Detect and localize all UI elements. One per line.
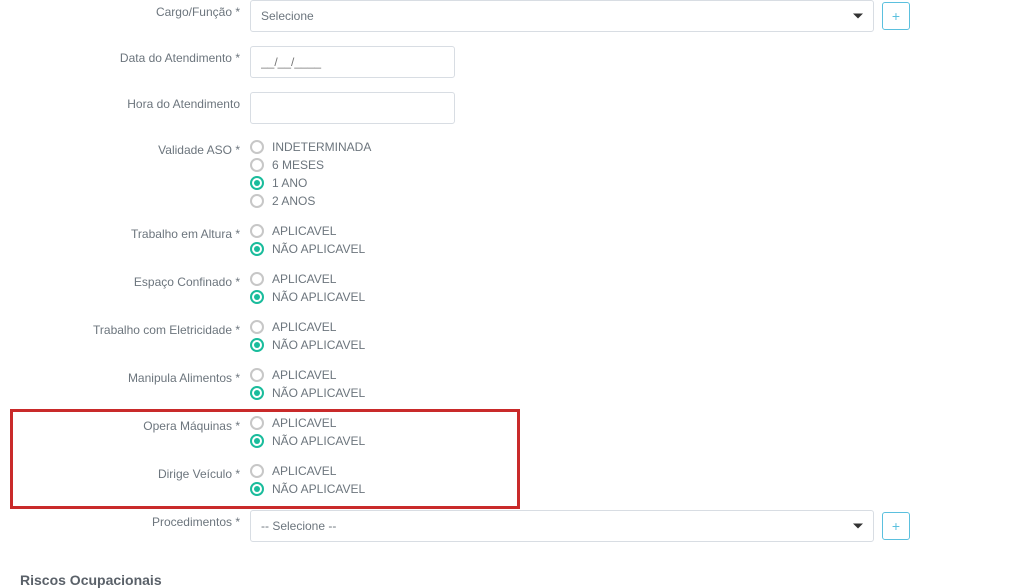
riscos-section-title: Riscos Ocupacionais (20, 572, 1004, 588)
procedimentos-select-value: -- Selecione -- (261, 519, 336, 533)
validade-aso-label: Validade ASO * (20, 138, 250, 157)
radio-label: APLICAVEL (272, 224, 336, 238)
radio-icon (250, 386, 264, 400)
trabalho-eletricidade-label: Trabalho com Eletricidade * (20, 318, 250, 337)
radio-icon (250, 242, 264, 256)
radio-icon (250, 434, 264, 448)
radio-icon (250, 338, 264, 352)
radio-option[interactable]: NÃO APLICAVEL (250, 242, 365, 256)
radio-option[interactable]: APLICAVEL (250, 272, 365, 286)
radio-label: INDETERMINADA (272, 140, 371, 154)
radio-icon (250, 194, 264, 208)
manipula-alimentos-label: Manipula Alimentos * (20, 366, 250, 385)
espaco-confinado-group: APLICAVEL NÃO APLICAVEL (250, 270, 365, 304)
radio-option[interactable]: 6 MESES (250, 158, 371, 172)
radio-label: APLICAVEL (272, 320, 336, 334)
validade-aso-group: INDETERMINADA 6 MESES 1 ANO 2 ANOS (250, 138, 371, 208)
radio-icon (250, 140, 264, 154)
trabalho-altura-label: Trabalho em Altura * (20, 222, 250, 241)
radio-label: NÃO APLICAVEL (272, 242, 365, 256)
radio-option[interactable]: APLICAVEL (250, 320, 365, 334)
procedimentos-select[interactable]: -- Selecione -- (250, 510, 874, 542)
radio-label: 1 ANO (272, 176, 307, 190)
radio-icon (250, 368, 264, 382)
radio-option[interactable]: APLICAVEL (250, 368, 365, 382)
radio-icon (250, 176, 264, 190)
hora-atendimento-input[interactable] (250, 92, 455, 124)
cargo-select-value: Selecione (261, 9, 314, 23)
radio-icon (250, 272, 264, 286)
chevron-down-icon (853, 524, 863, 529)
data-atendimento-input[interactable] (250, 46, 455, 78)
radio-label: NÃO APLICAVEL (272, 386, 365, 400)
hora-atendimento-label: Hora do Atendimento (20, 92, 250, 111)
radio-label: APLICAVEL (272, 272, 336, 286)
radio-icon (250, 464, 264, 478)
radio-option[interactable]: APLICAVEL (250, 224, 365, 238)
radio-label: NÃO APLICAVEL (272, 290, 365, 304)
add-procedimento-button[interactable]: + (882, 512, 910, 540)
radio-icon (250, 416, 264, 430)
cargo-select[interactable]: Selecione (250, 0, 874, 32)
radio-option[interactable]: NÃO APLICAVEL (250, 290, 365, 304)
radio-label: APLICAVEL (272, 368, 336, 382)
radio-icon (250, 290, 264, 304)
radio-label: NÃO APLICAVEL (272, 338, 365, 352)
radio-icon (250, 320, 264, 334)
radio-option[interactable]: NÃO APLICAVEL (250, 386, 365, 400)
chevron-down-icon (853, 14, 863, 19)
radio-icon (250, 158, 264, 172)
radio-label: 6 MESES (272, 158, 324, 172)
radio-option[interactable]: 2 ANOS (250, 194, 371, 208)
manipula-alimentos-group: APLICAVEL NÃO APLICAVEL (250, 366, 365, 400)
data-atendimento-label: Data do Atendimento * (20, 46, 250, 65)
espaco-confinado-label: Espaço Confinado * (20, 270, 250, 289)
radio-option[interactable]: NÃO APLICAVEL (250, 338, 365, 352)
radio-icon (250, 482, 264, 496)
trabalho-altura-group: APLICAVEL NÃO APLICAVEL (250, 222, 365, 256)
cargo-label: Cargo/Função * (20, 0, 250, 19)
radio-option[interactable]: 1 ANO (250, 176, 371, 190)
add-cargo-button[interactable]: + (882, 2, 910, 30)
trabalho-eletricidade-group: APLICAVEL NÃO APLICAVEL (250, 318, 365, 352)
procedimentos-label: Procedimentos * (20, 510, 250, 529)
radio-option[interactable]: INDETERMINADA (250, 140, 371, 154)
radio-icon (250, 224, 264, 238)
radio-label: 2 ANOS (272, 194, 315, 208)
